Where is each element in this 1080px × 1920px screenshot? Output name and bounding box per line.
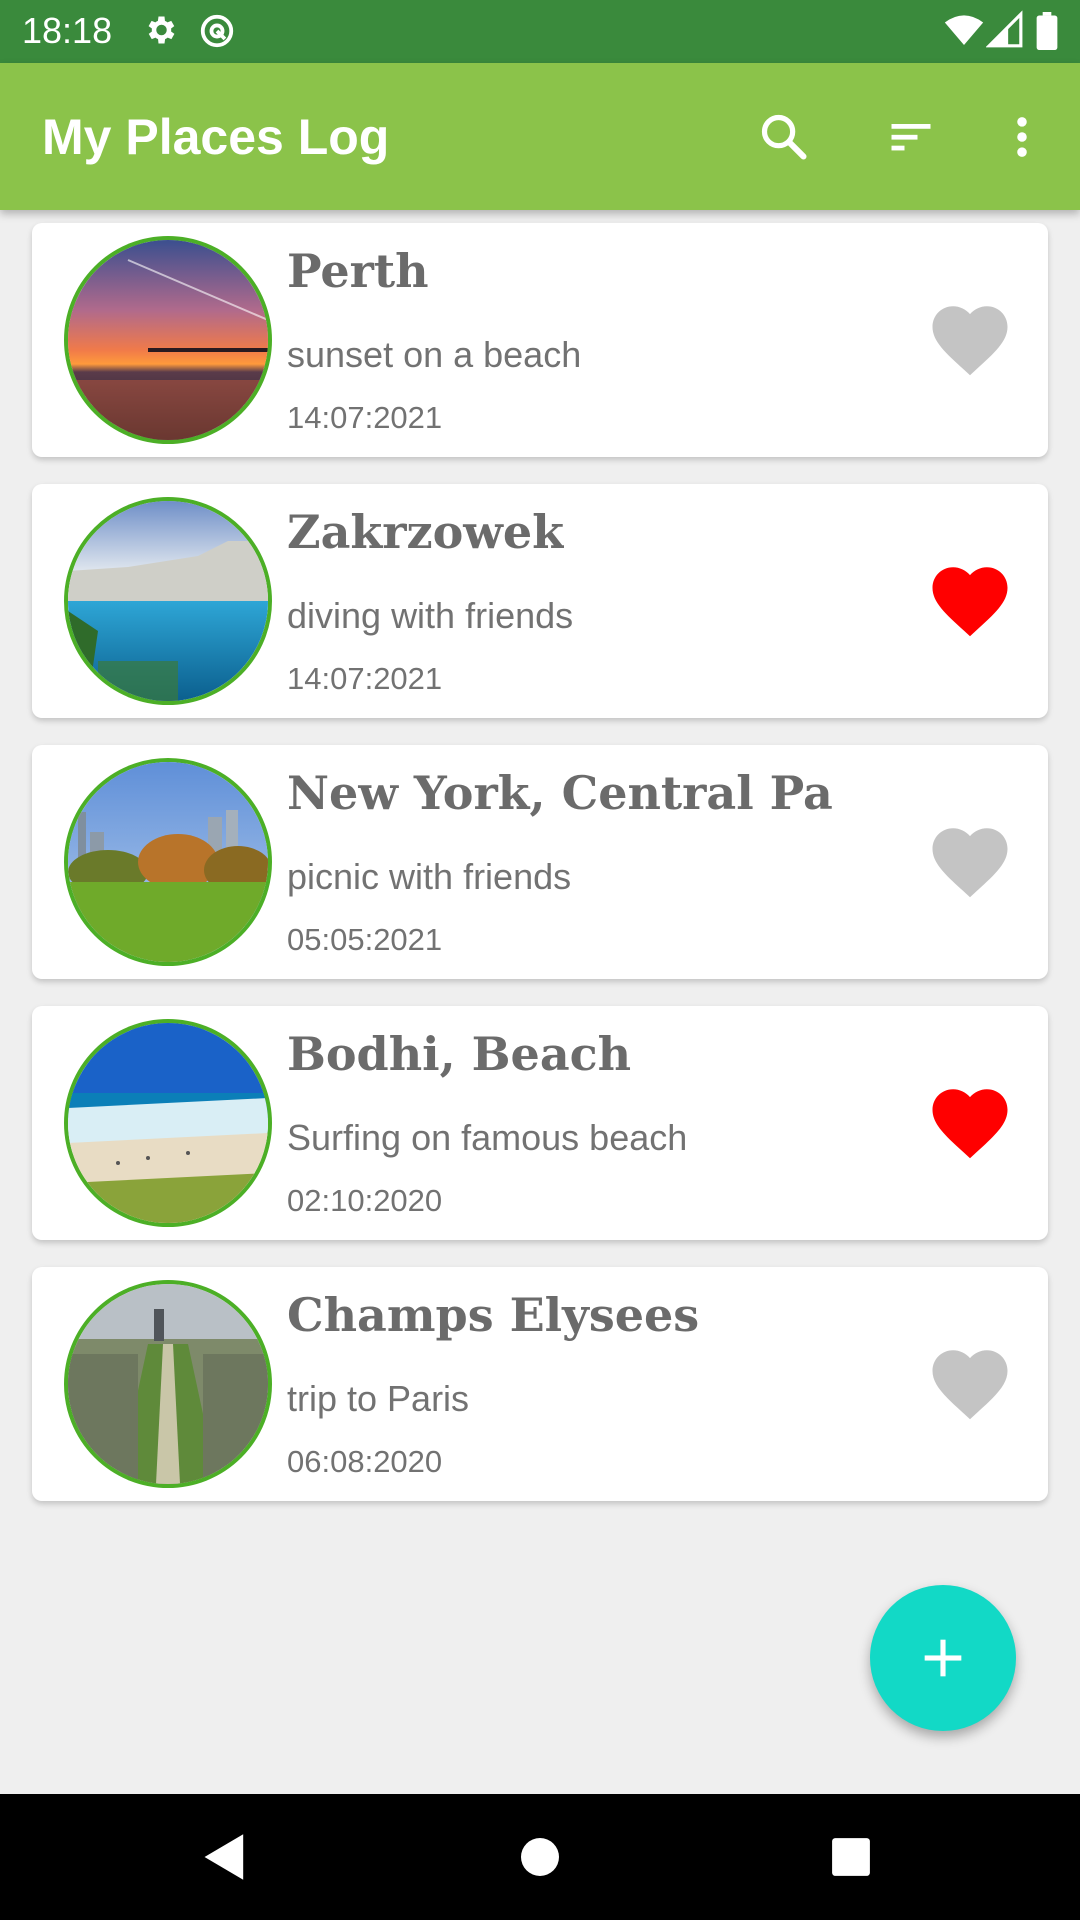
heart-outline-icon <box>932 828 1008 898</box>
sort-icon <box>891 124 931 151</box>
favorite-toggle[interactable] <box>925 817 1015 907</box>
favorite-toggle[interactable] <box>925 556 1015 646</box>
favorite-toggle[interactable] <box>925 1078 1015 1168</box>
heart-filled-icon <box>932 567 1008 637</box>
recents-button[interactable] <box>816 1822 886 1892</box>
place-description: trip to Paris <box>287 1378 470 1419</box>
search-icon <box>761 114 807 160</box>
place-date: 14:07:2021 <box>287 400 443 435</box>
search-button[interactable] <box>746 99 822 175</box>
sort-button[interactable] <box>873 99 949 175</box>
heart-filled-icon <box>932 1089 1008 1159</box>
at-sign-icon <box>198 12 236 55</box>
place-title: Bodhi, Beach <box>287 1027 632 1081</box>
back-icon <box>204 1834 244 1880</box>
place-photo <box>64 1019 272 1227</box>
heart-outline-icon <box>932 1350 1008 1420</box>
favorite-toggle[interactable] <box>925 1339 1015 1429</box>
place-description: diving with friends <box>287 595 574 636</box>
place-title: New York, Central Pa <box>287 766 833 820</box>
more-vert-icon <box>1017 117 1027 157</box>
app-title: My Places Log <box>42 109 390 165</box>
app-bar: My Places Log <box>0 63 1080 210</box>
place-title: Champs Elysees <box>287 1288 700 1342</box>
status-bar: 18:18 <box>0 0 1080 63</box>
place-title: Perth <box>287 244 429 298</box>
system-nav-bar <box>0 1794 1080 1920</box>
signal-icon <box>985 10 1024 55</box>
settings-icon <box>142 12 178 53</box>
places-list: Perth sunset on a beach 14:07:2021 Zakrz… <box>32 223 1048 1528</box>
place-description: Surfing on famous beach <box>287 1117 688 1158</box>
more-options-button[interactable] <box>984 99 1060 175</box>
place-card[interactable]: Bodhi, Beach Surfing on famous beach 02:… <box>32 1006 1048 1240</box>
place-date: 14:07:2021 <box>287 661 443 696</box>
add-place-button[interactable] <box>870 1585 1016 1731</box>
place-card[interactable]: New York, Central Pa picnic with friends… <box>32 745 1048 979</box>
place-description: picnic with friends <box>287 856 572 897</box>
wifi-icon <box>944 10 984 55</box>
place-date: 05:05:2021 <box>287 922 443 957</box>
place-card[interactable]: Champs Elysees trip to Paris 06:08:2020 <box>32 1267 1048 1501</box>
place-photo <box>64 497 272 705</box>
place-title: Zakrzowek <box>287 505 565 559</box>
place-date: 06:08:2020 <box>287 1444 443 1479</box>
place-date: 02:10:2020 <box>287 1183 443 1218</box>
home-icon <box>521 1838 559 1876</box>
home-button[interactable] <box>505 1822 575 1892</box>
place-card[interactable]: Zakrzowek diving with friends 14:07:2021 <box>32 484 1048 718</box>
favorite-toggle[interactable] <box>925 295 1015 385</box>
place-photo <box>64 1280 272 1488</box>
status-time: 18:18 <box>22 10 113 51</box>
recents-icon <box>832 1838 870 1876</box>
place-card[interactable]: Perth sunset on a beach 14:07:2021 <box>32 223 1048 457</box>
heart-outline-icon <box>932 306 1008 376</box>
place-description: sunset on a beach <box>287 334 582 375</box>
place-photo <box>64 236 272 444</box>
plus-icon <box>924 1639 962 1677</box>
place-photo <box>64 758 272 966</box>
back-button[interactable] <box>190 1822 260 1892</box>
battery-icon <box>1036 12 1058 55</box>
